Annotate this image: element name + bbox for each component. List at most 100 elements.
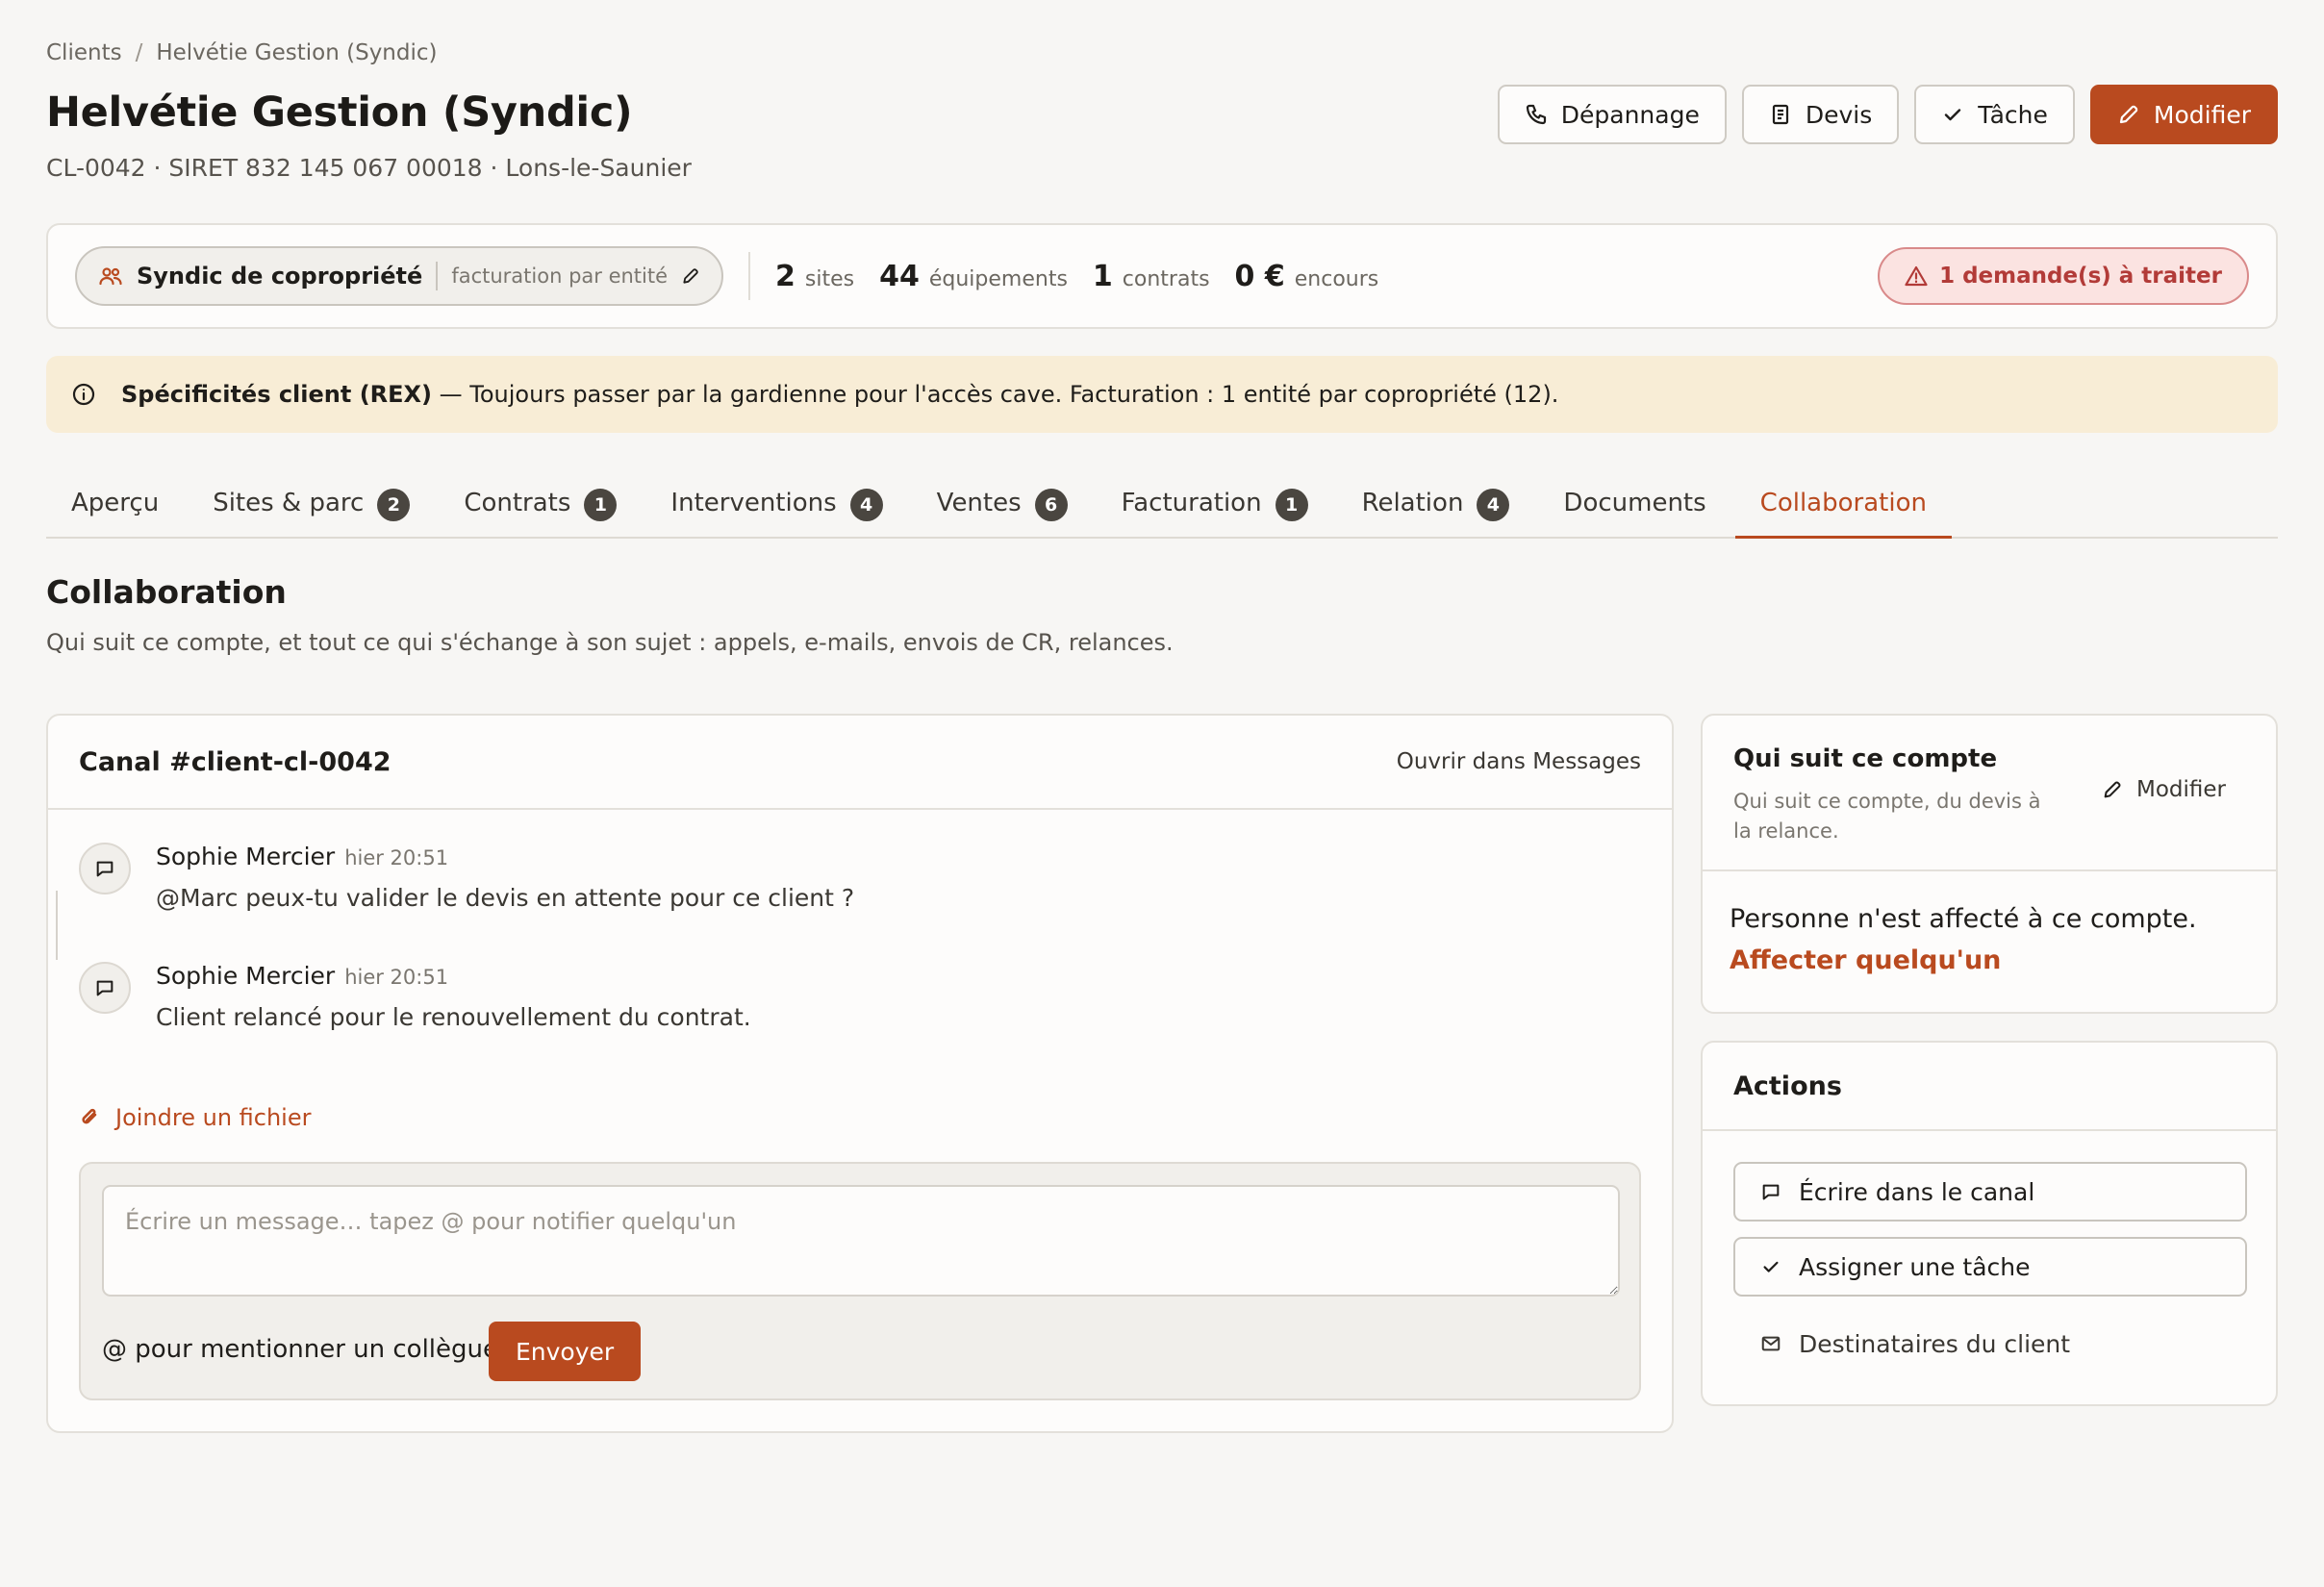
tab-collaboration[interactable]: Collaboration — [1734, 469, 1953, 539]
message-text: @Marc peux-tu valider le devis en attent… — [156, 884, 855, 912]
tab-count-badge: 1 — [584, 489, 618, 521]
warning-icon — [1905, 265, 1928, 287]
tab-documents[interactable]: Documents — [1538, 469, 1730, 537]
message-text: Client relancé pour le renouvellement du… — [156, 1003, 751, 1031]
breadcrumb-separator: / — [135, 40, 143, 65]
pending-requests-label: 1 demande(s) à traiter — [1939, 264, 2222, 289]
stat-sites-label: sites — [804, 266, 855, 291]
devis-label: Devis — [1805, 100, 1873, 129]
account-followers-card: Qui suit ce compte Qui suit ce compte, d… — [1701, 714, 2278, 1014]
client-type: Syndic de copropriété — [137, 263, 423, 290]
edit-billing-icon[interactable] — [681, 266, 700, 286]
channel-title: Canal #client-cl-0042 — [79, 746, 392, 777]
message-item: Sophie Mercier hier 20:51 Client relancé … — [79, 962, 751, 1031]
tache-button[interactable]: Tâche — [1914, 85, 2075, 144]
channel-header: Canal #client-cl-0042 Ouvrir dans Messag… — [48, 716, 1672, 810]
tab-apercu[interactable]: Aperçu — [46, 469, 184, 537]
stat-sites-number: 2 — [775, 259, 796, 293]
tab-interventions[interactable]: Interventions 4 — [645, 469, 907, 537]
message-time: hier 20:51 — [344, 846, 449, 869]
tab-label: Collaboration — [1759, 489, 1927, 517]
people-icon — [98, 264, 123, 288]
stats-bar: Syndic de copropriété facturation par en… — [46, 223, 2278, 329]
devis-button[interactable]: Devis — [1741, 85, 1900, 144]
tab-label: Relation — [1361, 489, 1464, 517]
tab-sites-parc[interactable]: Sites & parc 2 — [188, 469, 435, 537]
tab-count-badge: 4 — [849, 489, 883, 521]
breadcrumb-current: Helvétie Gestion (Syndic) — [156, 40, 438, 65]
stat-equipements: 44 équipements — [879, 260, 1068, 293]
tab-relation[interactable]: Relation 4 — [1337, 469, 1535, 537]
page-subtitle: CL-0042 · SIRET 832 145 067 00018 · Lons… — [46, 154, 692, 182]
thread-connector — [56, 891, 58, 960]
no-followers-text: Personne n'est affecté à ce compte. — [1730, 904, 2197, 934]
edit-followers-label: Modifier — [2136, 777, 2226, 802]
attach-file-button[interactable]: Joindre un fichier — [79, 1104, 311, 1131]
notice-text: — Toujours passer par la gardienne pour … — [432, 381, 1559, 408]
actions-title: Actions — [1703, 1043, 2276, 1131]
page-title: Helvétie Gestion (Syndic) — [46, 88, 633, 137]
followers-body: Personne n'est affecté à ce compte. Affe… — [1703, 871, 2276, 1008]
page: Clients / Helvétie Gestion (Syndic) Helv… — [0, 0, 2324, 1587]
client-recipients-button[interactable]: Destinataires du client — [1733, 1314, 2247, 1373]
send-button[interactable]: Envoyer — [489, 1322, 642, 1381]
phone-icon — [1525, 103, 1548, 126]
pending-requests-badge[interactable]: 1 demande(s) à traiter — [1878, 247, 2249, 305]
tab-label: Facturation — [1121, 489, 1262, 517]
document-icon — [1769, 103, 1792, 126]
assign-task-label: Assigner une tâche — [1799, 1252, 2031, 1281]
section-title: Collaboration — [46, 573, 287, 611]
followers-description: Qui suit ce compte, du devis à la relanc… — [1733, 790, 2041, 843]
tab-count-badge: 6 — [1034, 489, 1068, 521]
chat-icon — [1760, 1181, 1781, 1202]
client-specifics-notice: Spécificités client (REX) — Toujours pas… — [46, 356, 2278, 433]
message-author: Sophie Mercier — [156, 843, 336, 870]
stat-contrats: 1 contrats — [1093, 260, 1210, 293]
stat-equipements-label: équipements — [928, 266, 1068, 291]
chat-icon — [94, 858, 115, 879]
followers-header: Qui suit ce compte Qui suit ce compte, d… — [1703, 716, 2276, 871]
write-in-channel-label: Écrire dans le canal — [1799, 1177, 2035, 1206]
message-time: hier 20:51 — [344, 966, 449, 989]
message-input[interactable] — [102, 1185, 1620, 1297]
info-icon — [71, 382, 96, 407]
stat-sites: 2 sites — [775, 260, 854, 293]
write-in-channel-button[interactable]: Écrire dans le canal — [1733, 1162, 2247, 1222]
check-icon — [1941, 103, 1964, 126]
pencil-icon — [2117, 103, 2140, 126]
tab-label: Sites & parc — [213, 489, 365, 517]
stat-encours-number: 0 € — [1234, 259, 1285, 293]
tab-ventes[interactable]: Ventes 6 — [912, 469, 1093, 537]
header-actions: Dépannage Devis Tâche Modifier — [1497, 85, 2278, 144]
stat-contrats-number: 1 — [1092, 259, 1113, 293]
message-author: Sophie Mercier — [156, 962, 336, 990]
depannage-button[interactable]: Dépannage — [1497, 85, 1727, 144]
assign-task-button[interactable]: Assigner une tâche — [1733, 1237, 2247, 1297]
tab-contrats[interactable]: Contrats 1 — [439, 469, 642, 537]
tab-bar: Aperçu Sites & parc 2 Contrats 1 Interve… — [46, 469, 2278, 539]
depannage-label: Dépannage — [1560, 100, 1700, 129]
stat-equipements-number: 44 — [879, 259, 920, 293]
notice-title: Spécificités client (REX) — [121, 381, 433, 408]
mention-hint: @ pour mentionner un collègue — [102, 1335, 498, 1364]
stat-contrats-label: contrats — [1122, 266, 1210, 291]
modifier-button[interactable]: Modifier — [2089, 85, 2278, 144]
stats-divider — [748, 252, 751, 300]
message-content: Sophie Mercier hier 20:51 Client relancé … — [156, 962, 751, 1031]
mail-icon — [1760, 1333, 1781, 1354]
tab-label: Aperçu — [71, 489, 160, 517]
section-description: Qui suit ce compte, et tout ce qui s'éch… — [46, 629, 1174, 656]
assign-someone-link[interactable]: Affecter quelqu'un — [1730, 945, 2249, 975]
tab-label: Ventes — [936, 489, 1022, 517]
pencil-icon — [2102, 779, 2123, 800]
breadcrumb-clients[interactable]: Clients — [46, 40, 122, 65]
billing-mode: facturation par entité — [451, 264, 669, 288]
edit-followers-button[interactable]: Modifier — [2102, 777, 2226, 802]
followers-title: Qui suit ce compte — [1733, 744, 1998, 773]
message-content: Sophie Mercier hier 20:51 @Marc peux-tu v… — [156, 843, 854, 912]
tab-facturation[interactable]: Facturation 1 — [1097, 469, 1333, 537]
message-item: Sophie Mercier hier 20:51 @Marc peux-tu v… — [79, 843, 854, 912]
open-in-messages-link[interactable]: Ouvrir dans Messages — [1397, 749, 1641, 774]
client-type-pill[interactable]: Syndic de copropriété facturation par en… — [75, 246, 724, 306]
tab-count-badge: 4 — [1477, 489, 1510, 521]
